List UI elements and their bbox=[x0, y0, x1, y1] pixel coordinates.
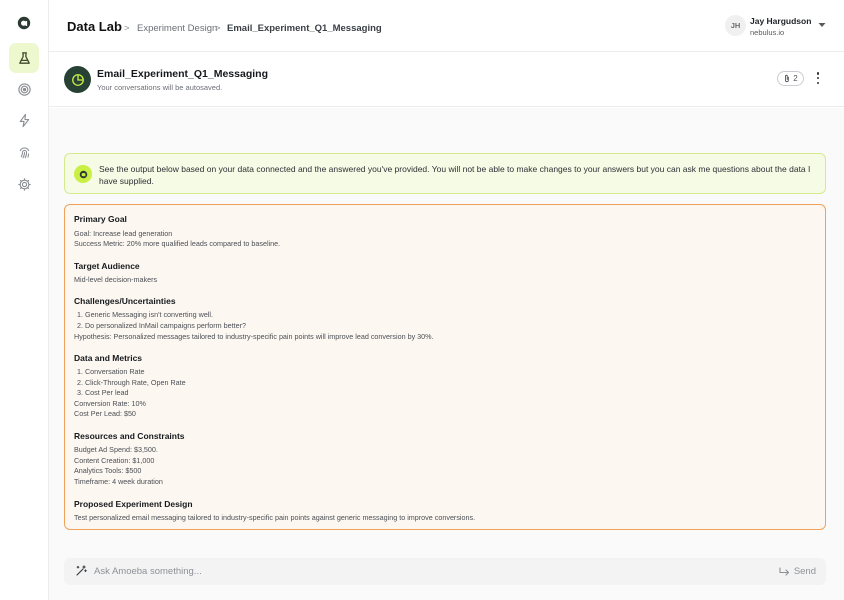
fingerprint-icon bbox=[19, 146, 29, 158]
section-line: Cost Per Lead: $50 bbox=[74, 409, 136, 418]
info-banner: See the output below based on your data … bbox=[64, 153, 826, 194]
sidebar-item-targets[interactable] bbox=[9, 74, 39, 104]
section-line: Success Metric: 20% more qualified leads… bbox=[74, 239, 281, 248]
section-line: 2. Click-Through Rate, Open Rate bbox=[77, 378, 186, 387]
magic-wand-icon bbox=[76, 565, 87, 576]
autosave-note: Your conversations will be autosaved. bbox=[97, 83, 223, 92]
amoeba-logo-icon[interactable] bbox=[17, 16, 31, 30]
send-label: Send bbox=[793, 566, 816, 577]
send-button[interactable]: Send bbox=[779, 564, 816, 579]
attachment-count: 2 bbox=[793, 74, 798, 83]
breadcrumb-experiment-design[interactable]: Experiment Design bbox=[137, 23, 217, 34]
sidebar-item-automations[interactable] bbox=[9, 105, 39, 135]
target-icon bbox=[17, 82, 31, 96]
user-avatar[interactable]: JH bbox=[725, 15, 746, 36]
message-composer: Send bbox=[64, 558, 826, 585]
section-title: Target Audience bbox=[74, 261, 140, 271]
section-line: Timeframe: 4 week duration bbox=[74, 477, 163, 486]
sidebar bbox=[0, 0, 49, 600]
section-title: Proposed Experiment Design bbox=[74, 499, 193, 509]
app-title: Data Lab bbox=[67, 19, 122, 34]
ask-input[interactable] bbox=[94, 564, 714, 579]
experiment-summary-card: Primary Goal Goal: Increase lead generat… bbox=[64, 204, 826, 530]
section-title: Primary Goal bbox=[74, 214, 127, 224]
sidebar-item-identity[interactable] bbox=[9, 137, 39, 167]
section-line: 1. Conversation Rate bbox=[77, 367, 145, 376]
conversation-header: Email_Experiment_Q1_Messaging Your conve… bbox=[49, 52, 844, 107]
breadcrumb-separator: > bbox=[215, 23, 221, 34]
section-line: Hypothesis: Personalized messages tailor… bbox=[74, 332, 434, 341]
breadcrumb-current: Email_Experiment_Q1_Messaging bbox=[227, 23, 382, 34]
paperclip-icon bbox=[785, 74, 790, 83]
gear-icon bbox=[17, 177, 31, 191]
lightning-icon bbox=[19, 113, 29, 127]
section-line: Content Creation: $1,000 bbox=[74, 456, 155, 465]
user-org: nebulus.io bbox=[750, 28, 785, 37]
conversation-title: Email_Experiment_Q1_Messaging bbox=[97, 68, 268, 80]
pie-chart-icon bbox=[71, 73, 84, 86]
sidebar-item-settings[interactable] bbox=[9, 169, 39, 199]
section-line: 1. Generic Messaging isn't converting we… bbox=[77, 310, 214, 319]
section-line: Conversion Rate: 10% bbox=[74, 399, 146, 408]
section-line: Budget Ad Spend: $3,500. bbox=[74, 445, 158, 454]
section-line: 3. Cost Per lead bbox=[77, 388, 129, 397]
top-header: Data Lab > Experiment Design > Email_Exp… bbox=[49, 0, 844, 52]
breadcrumb-separator: > bbox=[124, 23, 130, 34]
section-title: Challenges/Uncertainties bbox=[74, 296, 176, 306]
section-line: Test personalized email messaging tailor… bbox=[74, 513, 476, 522]
chevron-down-icon[interactable] bbox=[818, 22, 826, 28]
section-line: Goal: Increase lead generation bbox=[74, 229, 173, 238]
section-line: 2. Do personalized InMail campaigns perf… bbox=[77, 321, 246, 330]
sidebar-item-data-lab[interactable] bbox=[9, 43, 39, 73]
section-line: Analytics Tools: $500 bbox=[74, 466, 142, 475]
attachments-button[interactable]: 2 bbox=[777, 71, 804, 86]
flask-icon bbox=[18, 51, 30, 64]
section-title: Resources and Constraints bbox=[74, 431, 185, 441]
more-options-icon[interactable] bbox=[812, 70, 824, 86]
section-line: Mid-level decision-makers bbox=[74, 275, 158, 284]
send-arrow-icon bbox=[779, 566, 789, 576]
user-name: Jay Hargudson bbox=[750, 16, 812, 26]
assistant-badge-icon bbox=[74, 165, 92, 183]
chat-area: See the output below based on your data … bbox=[49, 108, 844, 600]
section-title: Data and Metrics bbox=[74, 353, 143, 363]
info-banner-text: See the output below based on your data … bbox=[99, 164, 811, 186]
conversation-avatar bbox=[64, 66, 91, 93]
